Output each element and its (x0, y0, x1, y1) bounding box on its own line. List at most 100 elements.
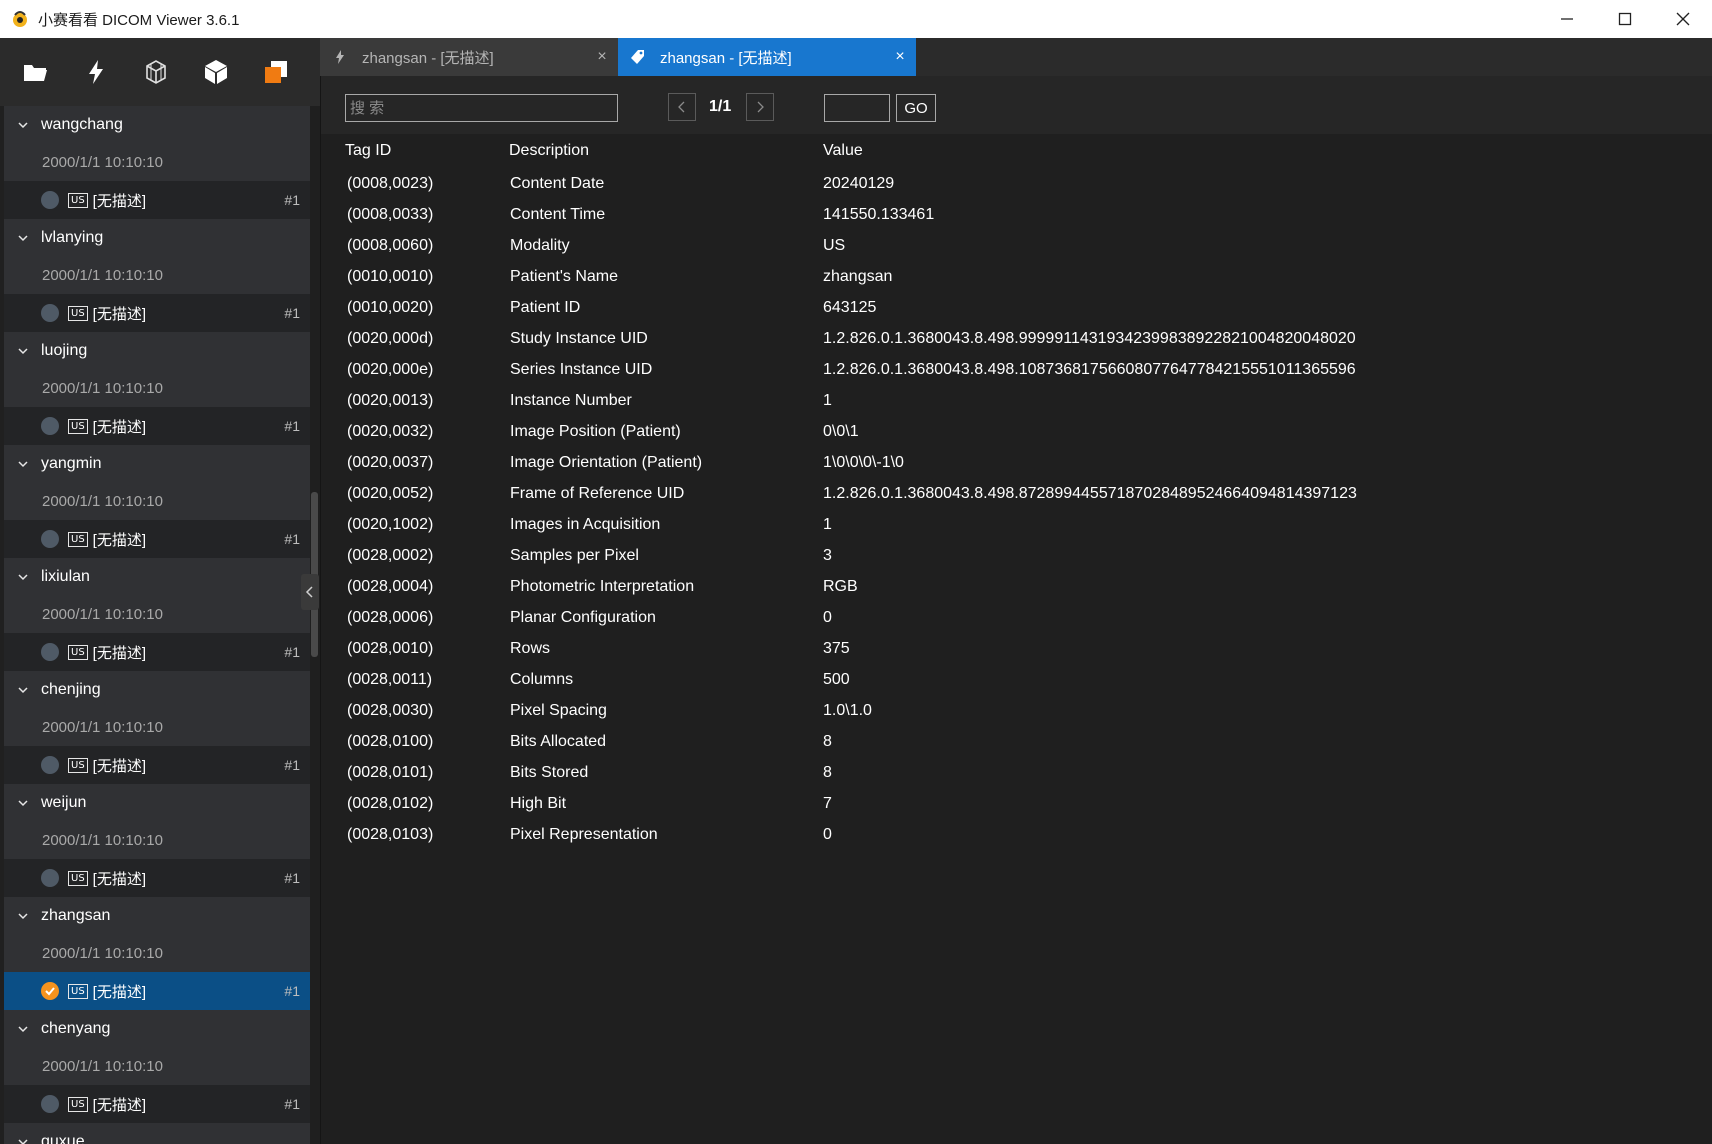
series-item[interactable]: US [无描述] #1 (0, 972, 310, 1010)
table-row[interactable]: (0020,000e) Series Instance UID 1.2.826.0.… (321, 354, 1712, 385)
value-cell: US (823, 236, 846, 254)
study-date: 2000/1/1 10:10:10 (0, 596, 310, 633)
description-cell: Frame of Reference UID (510, 484, 685, 502)
value-cell: 20240129 (823, 174, 895, 192)
series-number: #1 (284, 757, 300, 773)
tag-id-cell: (0028,0101) (347, 763, 434, 781)
patient-name: guxue (41, 1133, 85, 1144)
search-input[interactable] (345, 94, 618, 122)
modality-badge: US (68, 192, 88, 208)
patient-group-header[interactable]: chenjing (0, 671, 310, 709)
tab-close-button[interactable]: × (594, 48, 610, 66)
volume-render-button[interactable] (198, 54, 234, 90)
patient-group-header[interactable]: luojing (0, 332, 310, 370)
patient-group-header[interactable]: yangmin (0, 445, 310, 483)
series-number: #1 (284, 531, 300, 547)
series-item[interactable]: US [无描述] #1 (0, 520, 310, 558)
tag-id-cell: (0028,0011) (347, 670, 433, 688)
series-item[interactable]: US [无描述] #1 (0, 746, 310, 784)
collapse-sidebar-button[interactable] (301, 574, 319, 610)
value-cell: 1 (823, 515, 832, 533)
check-icon (41, 982, 59, 1000)
close-icon (1676, 12, 1690, 26)
series-item[interactable]: US [无描述] #1 (0, 181, 310, 219)
maximize-icon (1618, 12, 1632, 26)
dicom-tag-panel: 1/1 GO Tag ID Description Value (0008,00… (320, 76, 1712, 1144)
patient-group: chenyang 2000/1/1 10:10:10 US [无描述] #1 (0, 1010, 310, 1123)
table-row[interactable]: (0008,0033) Content Time 141550.133461 (321, 199, 1712, 230)
dicom-tag-table: Tag ID Description Value (0008,0023) Cont… (321, 134, 1712, 850)
series-number: #1 (284, 305, 300, 321)
status-dot-icon (41, 417, 59, 435)
table-row[interactable]: (0028,0030) Pixel Spacing 1.0\1.0 (321, 695, 1712, 726)
table-row[interactable]: (0020,000d) Study Instance UID 1.2.826.0.1… (321, 323, 1712, 354)
quick-action-button[interactable] (78, 54, 114, 90)
tab-zhangsan-active[interactable]: zhangsan - [无描述] × (618, 38, 916, 76)
mpr-button[interactable] (138, 54, 174, 90)
series-description: [无描述] (92, 644, 147, 662)
go-button[interactable]: GO (896, 94, 936, 122)
table-row[interactable]: (0028,0006) Planar Configuration 0 (321, 602, 1712, 633)
patient-group-header[interactable]: zhangsan (0, 897, 310, 935)
tag-id-cell: (0028,0030) (347, 701, 434, 719)
table-row[interactable]: (0028,0101) Bits Stored 8 (321, 757, 1712, 788)
description-cell: Pixel Spacing (510, 701, 607, 719)
tag-id-cell: (0020,0013) (347, 391, 434, 409)
minimize-button[interactable] (1538, 0, 1596, 38)
table-row[interactable]: (0020,0032) Image Position (Patient) 0\0\1 (321, 416, 1712, 447)
header-tag-id: Tag ID (345, 142, 392, 159)
table-row[interactable]: (0028,0002) Samples per Pixel 3 (321, 540, 1712, 571)
open-folder-button[interactable] (18, 54, 54, 90)
tab-close-button[interactable]: × (892, 48, 908, 66)
series-item[interactable]: US [无描述] #1 (0, 859, 310, 897)
tab-label: zhangsan - [无描述] (362, 49, 494, 67)
patient-group-header[interactable]: lvlanying (0, 219, 310, 257)
description-cell: Image Orientation (Patient) (510, 453, 703, 471)
value-cell: RGB (823, 577, 858, 595)
close-window-button[interactable] (1654, 0, 1712, 38)
status-dot-icon (41, 304, 59, 322)
tab-zhangsan-inactive[interactable]: zhangsan - [无描述] × (320, 38, 618, 76)
table-row[interactable]: (0020,0013) Instance Number 1 (321, 385, 1712, 416)
lightning-icon (89, 60, 103, 84)
table-row[interactable]: (0008,0060) Modality US (321, 230, 1712, 261)
table-row[interactable]: (0010,0020) Patient ID 643125 (321, 292, 1712, 323)
table-row[interactable]: (0010,0010) Patient's Name zhangsan (321, 261, 1712, 292)
series-item[interactable]: US [无描述] #1 (0, 294, 310, 332)
table-row[interactable]: (0028,0004) Photometric Interpretation RGB (321, 571, 1712, 602)
table-row[interactable]: (0028,0102) High Bit 7 (321, 788, 1712, 819)
patient-group-header[interactable]: lixiulan (0, 558, 310, 596)
patient-group-header[interactable]: chenyang (0, 1010, 310, 1048)
series-number: #1 (284, 418, 300, 434)
series-item[interactable]: US [无描述] #1 (0, 1085, 310, 1123)
table-row[interactable]: (0028,0011) Columns 500 (321, 664, 1712, 695)
table-row[interactable]: (0028,0010) Rows 375 (321, 633, 1712, 664)
prev-page-button[interactable] (668, 93, 696, 121)
table-row[interactable]: (0028,0100) Bits Allocated 8 (321, 726, 1712, 757)
tag-id-cell: (0028,0010) (347, 639, 434, 657)
maximize-button[interactable] (1596, 0, 1654, 38)
table-row[interactable]: (0008,0023) Content Date 20240129 (321, 168, 1712, 199)
table-row[interactable]: (0020,1002) Images in Acquisition 1 (321, 509, 1712, 540)
series-number: #1 (284, 870, 300, 886)
chevron-down-icon (18, 574, 28, 581)
chevron-down-icon (18, 1026, 28, 1033)
chevron-down-icon (18, 235, 28, 242)
series-item[interactable]: US [无描述] #1 (0, 633, 310, 671)
layers-orange-icon (265, 61, 287, 83)
table-row[interactable]: (0020,0052) Frame of Reference UID 1.2.826… (321, 478, 1712, 509)
next-page-button[interactable] (746, 93, 774, 121)
layers-button[interactable] (258, 54, 294, 90)
patient-group-header[interactable]: weijun (0, 784, 310, 822)
patient-group-header[interactable]: guxue (0, 1123, 310, 1144)
goto-page-input[interactable] (824, 94, 890, 122)
series-description: [无描述] (92, 418, 147, 436)
patient-name: yangmin (41, 455, 102, 472)
patient-group-header[interactable]: wangchang (0, 106, 310, 144)
table-row[interactable]: (0020,0037) Image Orientation (Patient) 1\… (321, 447, 1712, 478)
series-number: #1 (284, 192, 300, 208)
series-item[interactable]: US [无描述] #1 (0, 407, 310, 445)
table-row[interactable]: (0028,0103) Pixel Representation 0 (321, 819, 1712, 850)
patient-name: weijun (41, 794, 87, 811)
chevron-down-icon (18, 687, 28, 694)
